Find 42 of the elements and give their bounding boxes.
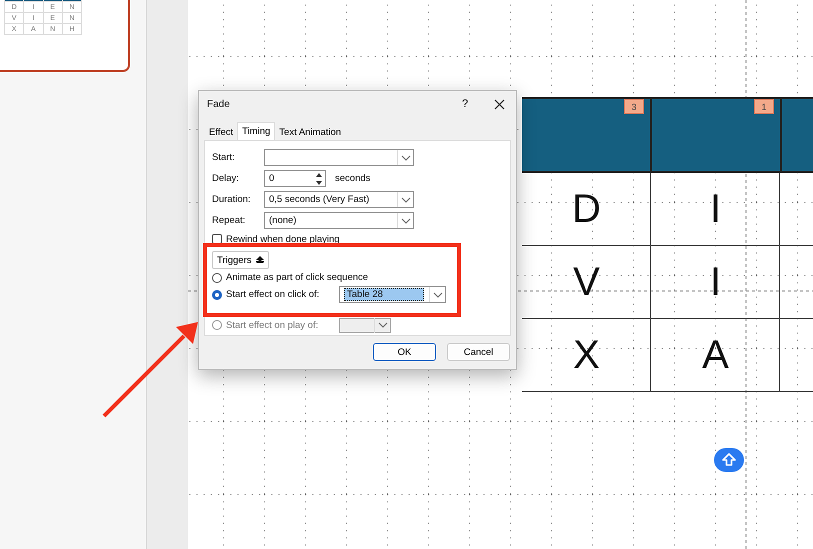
table-cell: A [651,319,780,391]
triggers-button[interactable]: Triggers [212,251,268,269]
table-cell: X [522,319,651,391]
radio-label: Start effect on click of: [226,289,320,300]
radio-label: Start effect on play of: [226,320,320,330]
field-label: Duration: [212,194,252,205]
tab[interactable]: Text Animation [275,125,346,140]
table-cell: I [651,246,780,318]
chevron-down-icon [432,292,442,298]
checkbox[interactable] [212,234,222,244]
dialog-title: Fade [207,98,230,110]
collapse-icon [256,256,264,264]
chevron-down-icon [400,218,410,224]
field-label: Delay: [212,173,240,184]
cancel-button[interactable]: Cancel [447,343,510,361]
animation-badge[interactable]: 1 [754,99,774,114]
radio-button[interactable] [212,290,222,300]
table-cell: I [651,173,780,245]
up-arrow-icon [722,453,736,467]
tab[interactable]: Effect [205,125,238,140]
dropdown[interactable]: 0,5 seconds (Very Fast) [264,191,414,208]
radio-button[interactable] [212,272,222,282]
chevron-down-icon [400,154,410,160]
table-cell: V [522,246,651,318]
chevron-down-icon [378,322,388,328]
dropdown[interactable]: (none) [264,212,414,229]
dropdown[interactable] [264,149,414,166]
radio-label: Animate as part of click sequence [226,272,368,283]
dropdown[interactable]: Table 28 [339,286,446,303]
unit-label: seconds [335,173,370,184]
ok-button[interactable]: OK [373,343,436,361]
animation-badge[interactable]: 3 [624,99,644,114]
tab[interactable]: Timing [237,122,276,140]
help-button[interactable]: ? [448,91,482,117]
close-icon [494,98,504,110]
spinner-arrows-icon [315,172,323,186]
slide-table[interactable]: 3 1 D I V I X A [522,97,813,392]
field-label: Repeat: [212,215,246,226]
field-label: Start: [212,152,236,163]
chevron-down-icon [400,196,410,202]
spinner-field[interactable]: 0 [264,170,326,187]
table-cell: D [522,173,651,245]
